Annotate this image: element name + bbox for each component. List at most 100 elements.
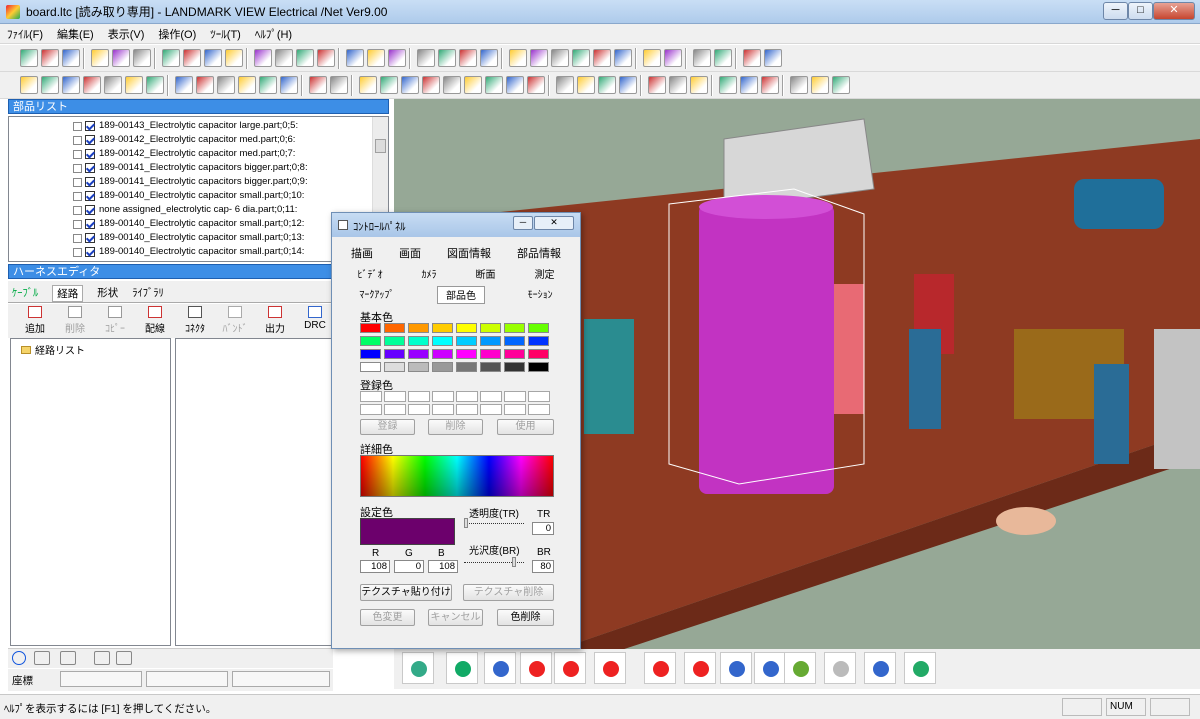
scroll-thumb[interactable] — [375, 139, 386, 153]
transparency-slider-thumb[interactable] — [464, 518, 468, 528]
toolbar-tool-icon[interactable] — [346, 49, 364, 67]
parts-list-item[interactable]: 189-00140_Electrolytic capacitor small.p… — [73, 245, 308, 259]
toolbar-tool-icon[interactable] — [790, 76, 808, 94]
registered-color-slot[interactable] — [384, 391, 406, 402]
part-visible-checkbox[interactable] — [85, 233, 95, 243]
view-tool-icon[interactable] — [554, 652, 586, 684]
registered-color-slot[interactable] — [360, 404, 382, 415]
parts-list-item[interactable]: 189-00140_Electrolytic capacitor small.p… — [73, 189, 308, 203]
registered-color-slot[interactable] — [360, 391, 382, 402]
registered-color-slot[interactable] — [408, 404, 430, 415]
close-button[interactable]: ✕ — [1153, 2, 1195, 20]
toolbar-tool-icon[interactable] — [330, 76, 348, 94]
toolbar-tool-icon[interactable] — [690, 76, 708, 94]
menu-operation[interactable]: 操作(O) — [151, 26, 203, 42]
tab-shape[interactable]: 形状 — [97, 285, 118, 302]
cp-tab[interactable]: ﾋﾞﾃﾞｵ — [358, 266, 383, 284]
toolbar-tool-icon[interactable] — [714, 49, 732, 67]
toolbar-tool-icon[interactable] — [506, 76, 524, 94]
toolbar-tool-icon[interactable] — [417, 49, 435, 67]
basic-color-swatch[interactable] — [504, 362, 525, 372]
toolbar-tool-icon[interactable] — [204, 49, 222, 67]
toolbar-tool-icon[interactable] — [572, 49, 590, 67]
toolbar-tool-icon[interactable] — [719, 76, 737, 94]
toolbar-tool-icon[interactable] — [62, 49, 80, 67]
route-icon[interactable] — [60, 651, 76, 665]
harness-button-6[interactable]: 出力 — [256, 306, 294, 336]
cp-tab[interactable]: ﾏｰｸｱｯﾌﾟ — [359, 286, 394, 304]
tr-input[interactable]: 0 — [532, 522, 554, 535]
parts-list-item[interactable]: 189-00141_Electrolytic capacitors bigger… — [73, 175, 308, 189]
toolbar-tool-icon[interactable] — [643, 49, 661, 67]
basic-color-swatch[interactable] — [528, 362, 549, 372]
cable-icon[interactable] — [34, 651, 50, 665]
menu-tools[interactable]: ﾂｰﾙ(T) — [203, 26, 248, 42]
view-tool-icon[interactable] — [720, 652, 752, 684]
minimize-button[interactable]: ─ — [1103, 2, 1128, 20]
cp-tab[interactable]: 描画 — [351, 245, 373, 263]
toolbar-tool-icon[interactable] — [259, 76, 277, 94]
toolbar-tool-icon[interactable] — [577, 76, 595, 94]
view-tool-icon[interactable] — [644, 652, 676, 684]
basic-color-swatch[interactable] — [528, 336, 549, 346]
toolbar-tool-icon[interactable] — [619, 76, 637, 94]
basic-color-swatch[interactable] — [456, 323, 477, 333]
texture-paste-button[interactable]: テクスチャ貼り付け — [360, 584, 452, 601]
basic-color-swatch[interactable] — [432, 323, 453, 333]
route-detail-pane[interactable] — [175, 338, 332, 646]
view-tool-icon[interactable] — [594, 652, 626, 684]
view-tool-icon[interactable] — [520, 652, 552, 684]
toolbar-tool-icon[interactable] — [254, 49, 272, 67]
parts-list-item[interactable]: 189-00140_Electrolytic capacitor small.p… — [73, 231, 308, 245]
r-input[interactable]: 108 — [360, 560, 390, 573]
g-input[interactable]: 0 — [394, 560, 424, 573]
texture-delete-button[interactable]: テクスチャ削除 — [463, 584, 554, 601]
basic-color-swatch[interactable] — [408, 349, 429, 359]
basic-color-swatch[interactable] — [432, 349, 453, 359]
registered-color-slot[interactable] — [480, 391, 502, 402]
basic-color-swatch[interactable] — [360, 362, 381, 372]
part-visible-checkbox[interactable] — [85, 219, 95, 229]
harness-button-2[interactable]: ｺﾋﾟｰ — [96, 306, 134, 336]
view-tool-icon[interactable] — [864, 652, 896, 684]
connector-icon[interactable] — [116, 651, 132, 665]
toolbar-tool-icon[interactable] — [648, 76, 666, 94]
toolbar-tool-icon[interactable] — [146, 76, 164, 94]
toolbar-tool-icon[interactable] — [743, 49, 761, 67]
toolbar-tool-icon[interactable] — [664, 49, 682, 67]
toolbar-tool-icon[interactable] — [422, 76, 440, 94]
basic-color-swatch[interactable] — [456, 362, 477, 372]
toolbar-tool-icon[interactable] — [443, 76, 461, 94]
maximize-button[interactable]: □ — [1128, 2, 1153, 20]
toolbar-tool-icon[interactable] — [196, 76, 214, 94]
toolbar-tool-icon[interactable] — [401, 76, 419, 94]
harness-button-5[interactable]: ﾊﾞﾝﾄﾞ — [216, 306, 254, 336]
cp-tab[interactable]: 部品色 — [436, 286, 485, 304]
toolbar-tool-icon[interactable] — [317, 49, 335, 67]
toolbar-tool-icon[interactable] — [41, 49, 59, 67]
basic-color-swatch[interactable] — [360, 323, 381, 333]
cp-tab[interactable]: 図面情報 — [447, 245, 491, 263]
cp-tab[interactable]: 測定 — [535, 266, 555, 284]
part-visible-checkbox[interactable] — [85, 205, 95, 215]
toolbar-tool-icon[interactable] — [761, 76, 779, 94]
tab-cable[interactable]: ｹｰﾌﾞﾙ — [12, 285, 38, 302]
menu-help[interactable]: ﾍﾙﾌﾟ(H) — [248, 26, 299, 42]
menu-view[interactable]: 表示(V) — [101, 26, 152, 42]
menu-file[interactable]: ﾌｧｲﾙ(F) — [0, 26, 50, 42]
transparency-slider[interactable] — [464, 523, 524, 524]
toolbar-tool-icon[interactable] — [275, 49, 293, 67]
toolbar-tool-icon[interactable] — [669, 76, 687, 94]
route-tree[interactable]: 経路リスト — [10, 338, 171, 646]
toolbar-tool-icon[interactable] — [832, 76, 850, 94]
toolbar-tool-icon[interactable] — [225, 49, 243, 67]
basic-color-swatch[interactable] — [384, 362, 405, 372]
part-visible-checkbox[interactable] — [85, 177, 95, 187]
registered-color-slot[interactable] — [456, 404, 478, 415]
registered-color-slot[interactable] — [408, 391, 430, 402]
toolbar-tool-icon[interactable] — [614, 49, 632, 67]
toolbar-tool-icon[interactable] — [593, 49, 611, 67]
basic-color-swatch[interactable] — [504, 349, 525, 359]
cp-tab[interactable]: 断面 — [476, 266, 496, 284]
register-button[interactable]: 登録 — [360, 419, 415, 435]
